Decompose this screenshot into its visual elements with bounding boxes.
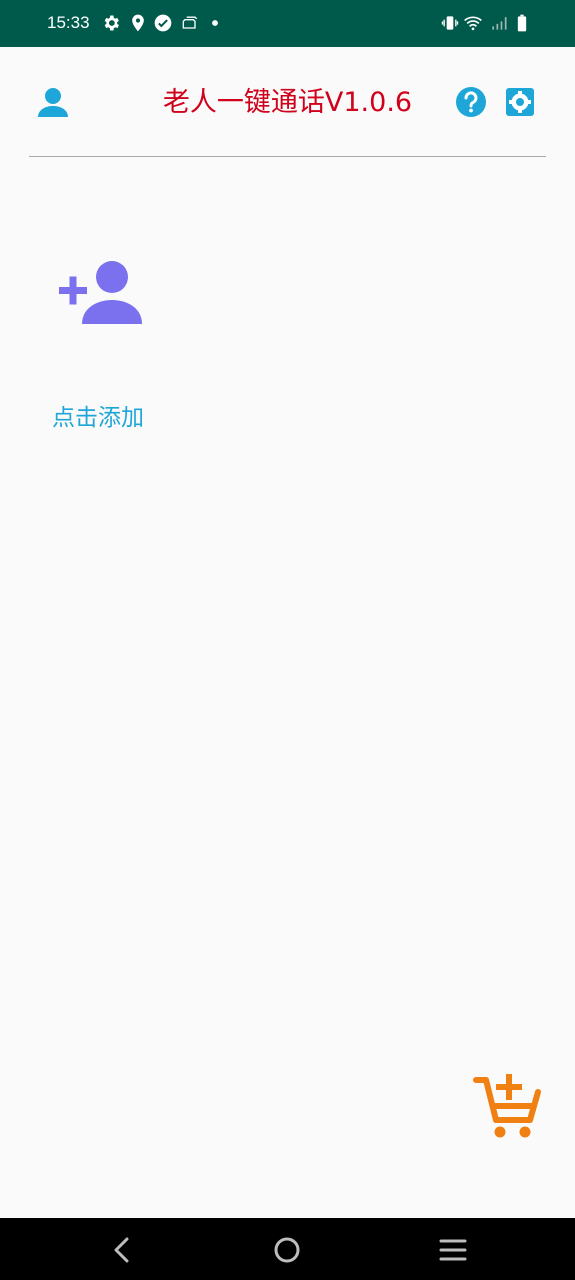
back-icon[interactable] bbox=[102, 1230, 142, 1270]
help-icon[interactable] bbox=[451, 82, 491, 122]
status-time: 15:33 bbox=[47, 13, 90, 32]
vibrate-icon bbox=[440, 13, 460, 33]
cart-add-button[interactable] bbox=[470, 1070, 542, 1142]
settings-icon[interactable] bbox=[500, 82, 540, 122]
status-bar: 15:33 bbox=[0, 0, 575, 47]
header-divider bbox=[29, 156, 546, 157]
cart-add-icon bbox=[473, 1074, 541, 1138]
add-contact-label: 点击添加 bbox=[52, 405, 144, 431]
location-pin-icon bbox=[128, 13, 148, 33]
dot-icon bbox=[205, 13, 225, 33]
battery-icon bbox=[512, 13, 532, 33]
check-circle-icon bbox=[153, 13, 173, 33]
app-notification-icon bbox=[180, 13, 200, 33]
signal-icon bbox=[489, 13, 509, 33]
person-add-icon bbox=[59, 261, 142, 324]
home-icon[interactable] bbox=[267, 1230, 307, 1270]
menu-icon[interactable] bbox=[433, 1230, 473, 1270]
nav-bar bbox=[0, 1218, 575, 1280]
add-contact-button[interactable]: 点击添加 bbox=[44, 250, 164, 440]
gear-icon bbox=[101, 13, 121, 33]
wifi-icon bbox=[463, 13, 483, 33]
